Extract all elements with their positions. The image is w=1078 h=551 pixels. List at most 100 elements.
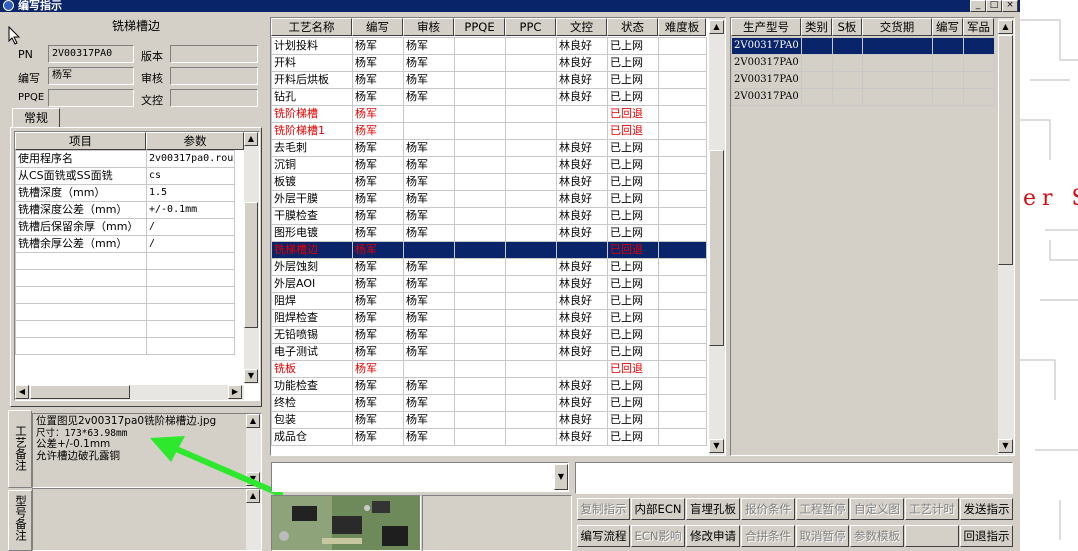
- params-row[interactable]: 铣槽深度（mm） 1.5: [15, 184, 235, 202]
- scroll-down-icon[interactable]: ▼: [709, 439, 724, 453]
- models-header-5[interactable]: 军品: [963, 18, 994, 36]
- action-button[interactable]: 工艺计时: [905, 498, 959, 520]
- scroll-down-icon[interactable]: ▼: [998, 439, 1013, 453]
- process-row[interactable]: 功能检查 杨军 杨军 林良好 已上网: [271, 377, 707, 395]
- params-vertical-scrollbar[interactable]: ▲ ▼: [244, 132, 259, 384]
- scroll-up-icon[interactable]: ▲: [246, 414, 260, 428]
- action-button[interactable]: 盲埋孔板: [686, 498, 740, 520]
- process-header-4[interactable]: PPC: [505, 18, 556, 36]
- params-header-value[interactable]: 参数: [146, 132, 244, 150]
- action-button[interactable]: 复制指示: [577, 498, 630, 520]
- params-horizontal-scrollbar[interactable]: ◀ ▶: [15, 385, 244, 400]
- process-row[interactable]: 铣阶梯槽 杨军 已回退: [271, 105, 707, 123]
- doc-control-field[interactable]: [170, 89, 258, 107]
- params-row[interactable]: 使用程序名 2v00317pa0.rou: [15, 150, 235, 168]
- process-grid[interactable]: 工艺名称 编写 审核 PPQE PPC 文控 状态 难度板 计划投料 杨军 杨军 林良好 已上网 开料杨…: [270, 17, 726, 456]
- minimize-button[interactable]: _: [970, 0, 986, 12]
- models-header-1[interactable]: 类别: [801, 18, 832, 36]
- process-row[interactable]: 开料 杨军 杨军 林良好 已上网: [271, 54, 707, 72]
- models-header-4[interactable]: 编写: [932, 18, 963, 36]
- process-header-2[interactable]: 审核: [403, 18, 454, 36]
- models-row[interactable]: 2V00317PA0: [731, 37, 995, 55]
- process-row[interactable]: 外层AOI 杨军 杨军 林良好 已上网: [271, 275, 707, 293]
- action-button[interactable]: 合拼条件: [741, 525, 795, 547]
- params-row[interactable]: 从CS面铣或SS面铣 cs: [15, 167, 235, 185]
- process-header-0[interactable]: 工艺名称: [271, 18, 352, 36]
- models-header-2[interactable]: S板: [832, 18, 862, 36]
- action-button[interactable]: [905, 525, 959, 547]
- models-header-0[interactable]: 生产型号: [731, 18, 801, 36]
- comment-input[interactable]: [575, 462, 1013, 494]
- hscroll-thumb[interactable]: [30, 385, 130, 399]
- process-row[interactable]: 图形电镀 杨军 杨军 林良好 已上网: [271, 224, 707, 242]
- action-button[interactable]: 修改申请: [686, 525, 740, 547]
- process-vertical-scrollbar[interactable]: ▲ ▼: [709, 18, 725, 455]
- process-row[interactable]: 外层干膜 杨军 杨军 林良好 已上网: [271, 190, 707, 208]
- scroll-down-icon[interactable]: ▼: [244, 369, 258, 383]
- params-row[interactable]: 铣槽后保留余厚（mm） /: [15, 218, 235, 236]
- action-button[interactable]: 编写流程: [577, 525, 630, 547]
- process-row[interactable]: 铣梯槽边 杨军 已回退: [271, 241, 707, 259]
- models-vertical-scrollbar[interactable]: ▲ ▼: [998, 18, 1014, 455]
- scroll-right-icon[interactable]: ▶: [228, 385, 242, 399]
- scroll-thumb[interactable]: [244, 202, 258, 328]
- tab-general[interactable]: 常规: [12, 108, 60, 128]
- ppqe-field[interactable]: [48, 89, 134, 107]
- action-button[interactable]: 工程暂停: [796, 498, 849, 520]
- models-row[interactable]: 2V00317PA0: [731, 71, 995, 89]
- maximize-button[interactable]: □: [986, 0, 1002, 12]
- process-row[interactable]: 终检 杨军 杨军 林良好 已上网: [271, 394, 707, 412]
- models-row[interactable]: 2V00317PA0: [731, 54, 995, 72]
- process-header-7[interactable]: 难度板: [658, 18, 706, 36]
- process-row[interactable]: 外层蚀刻 杨军 杨军 林良好 已上网: [271, 258, 707, 276]
- process-header-1[interactable]: 编写: [352, 18, 403, 36]
- models-grid[interactable]: 生产型号 类别 S板 交货期 编写 军品 2V00317PA0 2V00317PA0 2V00…: [730, 17, 1015, 456]
- process-row[interactable]: 包装 杨军 杨军 林良好 已上网: [271, 411, 707, 429]
- process-row[interactable]: 沉铜 杨军 杨军 林良好 已上网: [271, 156, 707, 174]
- process-header-5[interactable]: 文控: [556, 18, 607, 36]
- action-button[interactable]: 报价条件: [741, 498, 795, 520]
- process-row[interactable]: 去毛刺 杨军 杨军 林良好 已上网: [271, 139, 707, 157]
- scroll-up-icon[interactable]: ▲: [709, 20, 724, 34]
- process-row[interactable]: 成品仓 杨军 杨军 林良好 已上网: [271, 428, 707, 446]
- version-field[interactable]: [170, 45, 258, 63]
- window-title-bar[interactable]: 编写指示: [0, 0, 1020, 12]
- scroll-up-icon[interactable]: ▲: [244, 132, 258, 146]
- params-grid[interactable]: 项目 参数 使用程序名 2v00317pa0.rou 从CS面铣或SS面铣 cs 铣槽深…: [14, 131, 260, 401]
- reviewer-field[interactable]: [170, 67, 258, 85]
- process-row[interactable]: 铣阶梯槽1 杨军 已回退: [271, 122, 707, 140]
- scroll-up-icon[interactable]: ▲: [998, 20, 1013, 34]
- process-header-6[interactable]: 状态: [607, 18, 658, 36]
- process-combobox[interactable]: ▼: [271, 462, 569, 492]
- pn-field[interactable]: 2V00317PA0: [48, 45, 134, 63]
- process-row[interactable]: 铣板 杨军 已回退: [271, 360, 707, 378]
- process-row[interactable]: 计划投料 杨军 杨军 林良好 已上网: [271, 37, 707, 55]
- action-button[interactable]: ECN影响: [631, 525, 685, 547]
- scroll-left-icon[interactable]: ◀: [15, 385, 29, 399]
- models-header-3[interactable]: 交货期: [862, 18, 932, 36]
- action-button[interactable]: 自定义图: [850, 498, 904, 520]
- process-row[interactable]: 无铅喷锡 杨军 杨军 林良好 已上网: [271, 326, 707, 344]
- process-row[interactable]: 开料后烘板 杨军 杨军 林良好 已上网: [271, 71, 707, 89]
- process-row[interactable]: 阻焊 杨军 杨军 林良好 已上网: [271, 292, 707, 310]
- scroll-thumb[interactable]: [998, 35, 1013, 265]
- process-row[interactable]: 阻焊检查 杨军 杨军 林良好 已上网: [271, 309, 707, 327]
- writer-field[interactable]: 杨军: [48, 67, 134, 85]
- process-header-3[interactable]: PPQE: [454, 18, 505, 36]
- process-row[interactable]: 干膜检查 杨军 杨军 林良好 已上网: [271, 207, 707, 225]
- process-row[interactable]: 钻孔 杨军 杨军 林良好 已上网: [271, 88, 707, 106]
- action-button[interactable]: 内部ECN: [631, 498, 685, 520]
- models-row[interactable]: 2V00317PA0: [731, 88, 995, 106]
- params-row[interactable]: 铣槽深度公差（mm） +/-0.1mm: [15, 201, 235, 219]
- action-button[interactable]: 回退指示: [960, 525, 1013, 547]
- process-row[interactable]: 电子测试 杨军 杨军 林良好 已上网: [271, 343, 707, 361]
- scroll-thumb[interactable]: [709, 150, 724, 346]
- close-button[interactable]: ×: [1002, 0, 1018, 12]
- action-button[interactable]: 参数模板: [850, 525, 904, 547]
- process-row[interactable]: 板镀 杨军 杨军 林良好 已上网: [271, 173, 707, 191]
- params-row[interactable]: 铣槽余厚公差（mm） /: [15, 235, 235, 253]
- action-button[interactable]: 取消暂停: [796, 525, 849, 547]
- params-header-item[interactable]: 项目: [15, 132, 146, 150]
- action-button[interactable]: 发送指示: [960, 498, 1013, 520]
- chevron-down-icon[interactable]: ▼: [554, 464, 568, 490]
